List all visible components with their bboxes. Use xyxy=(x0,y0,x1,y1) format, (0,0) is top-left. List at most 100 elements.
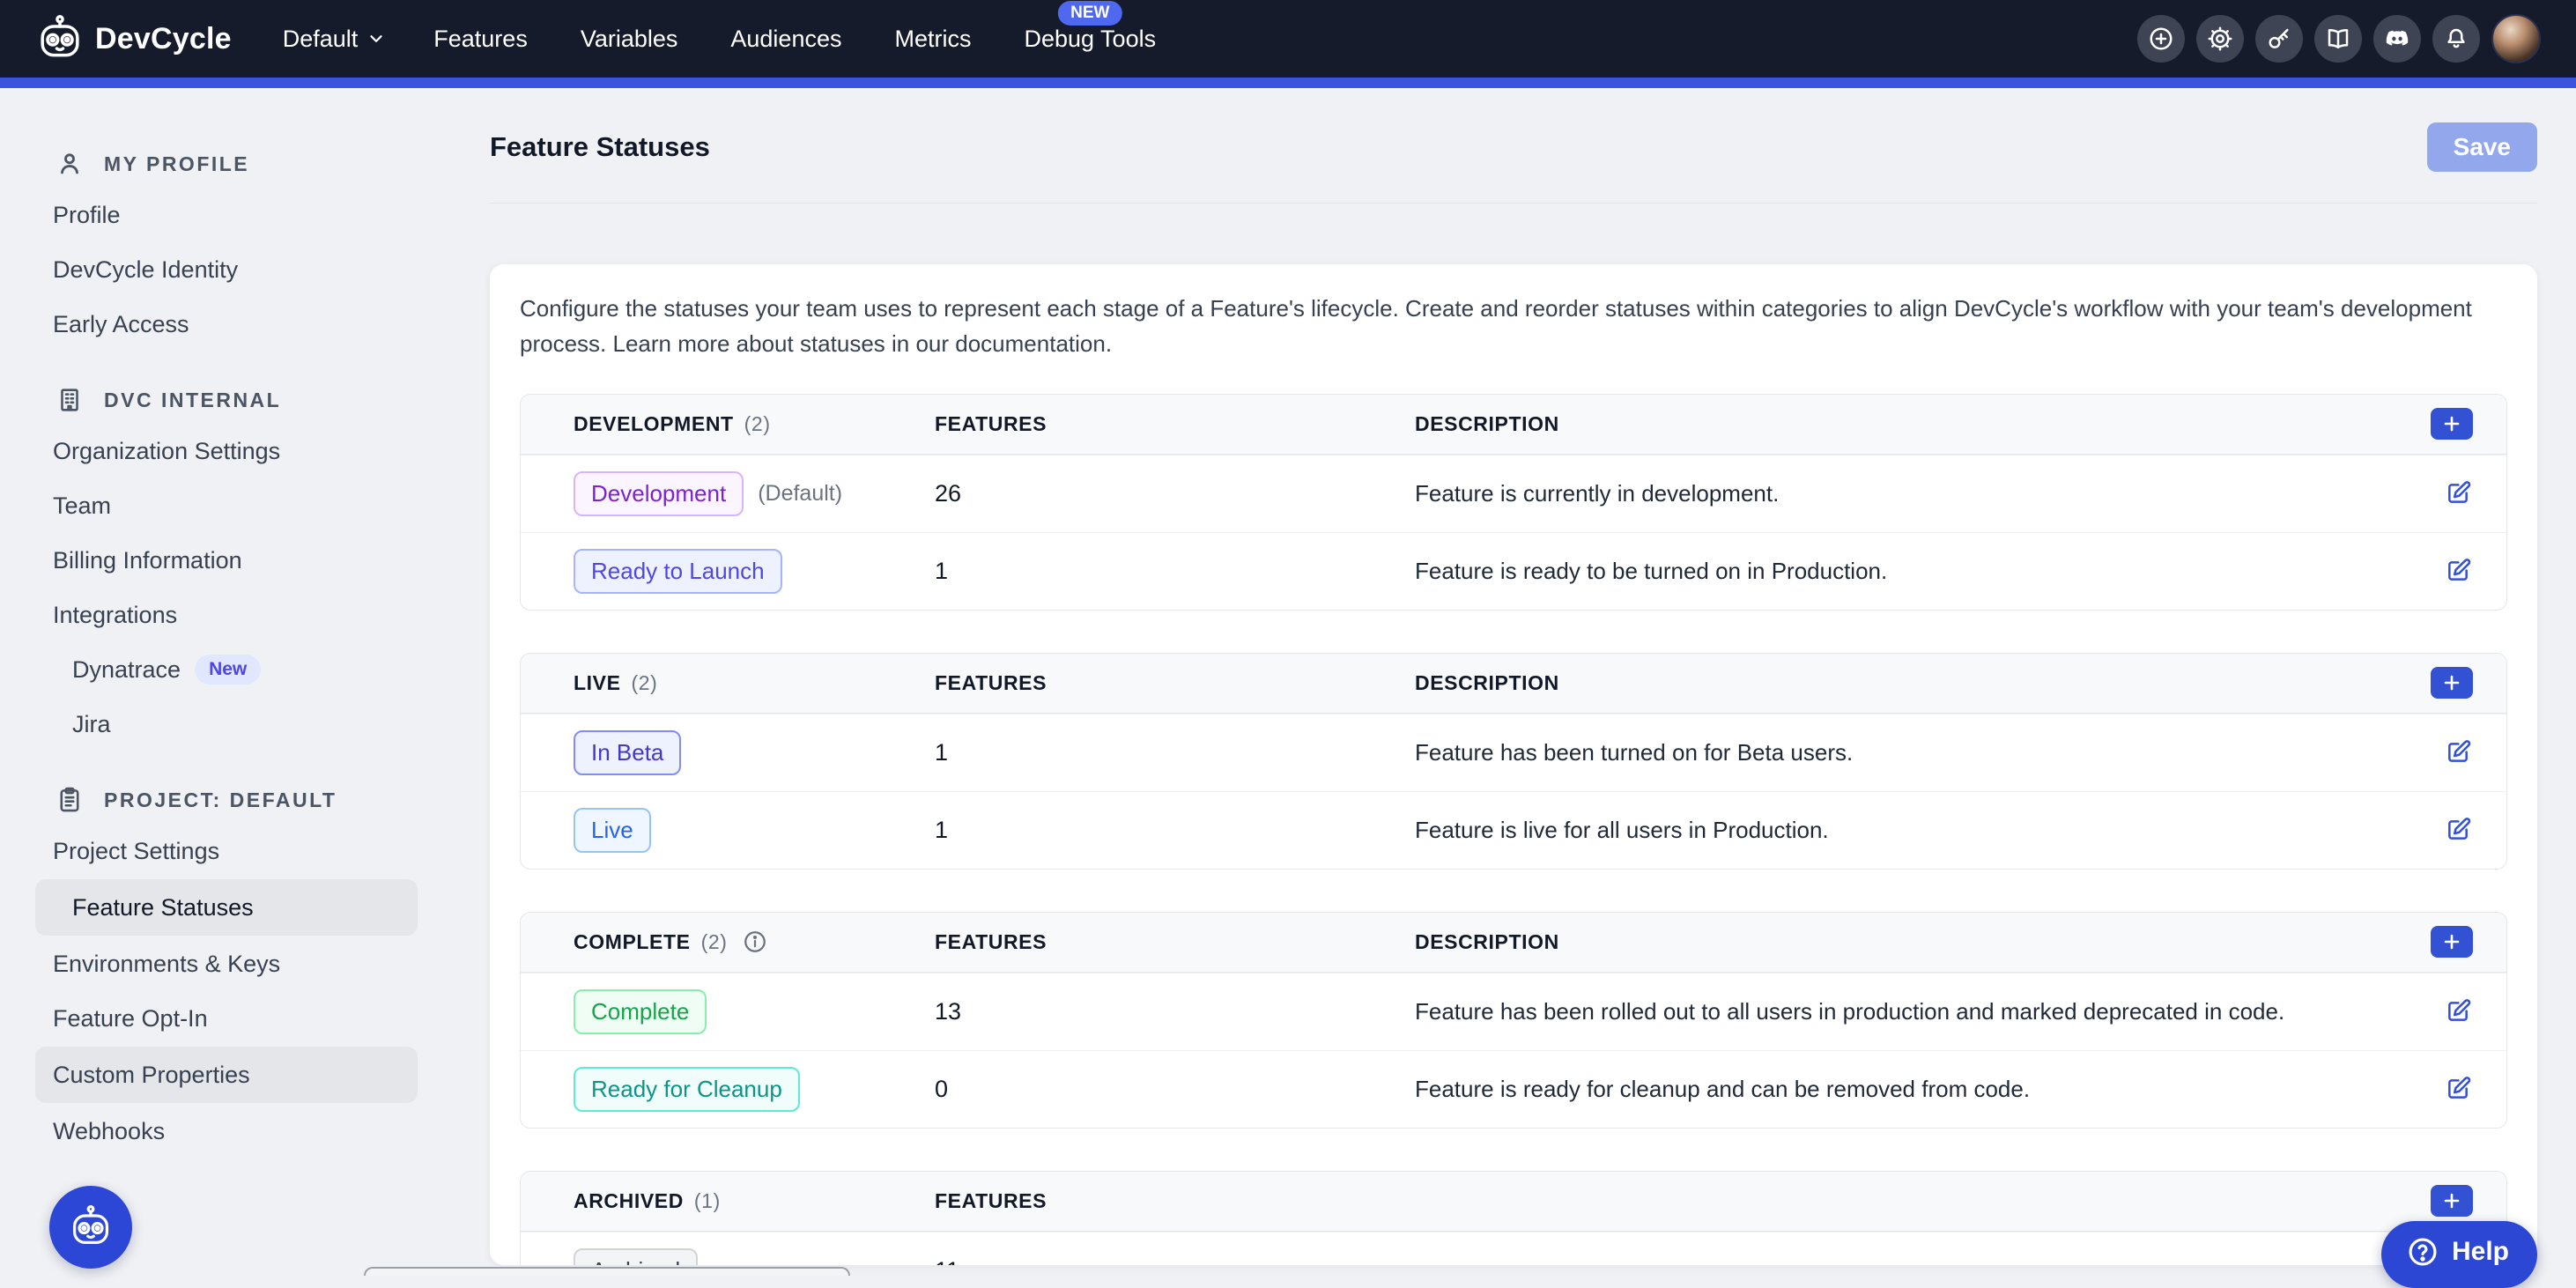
org-dropdown[interactable]: Default xyxy=(283,26,387,53)
create-button[interactable] xyxy=(2137,15,2185,63)
nav-item-debug-tools[interactable]: Debug ToolsNEW xyxy=(997,13,1182,65)
add-status-button[interactable] xyxy=(2431,926,2473,958)
settings-sidebar: MY PROFILEProfileDevCycle IdentityEarly … xyxy=(0,88,451,1276)
table-header-row: LIVE(2)FEATURESDESCRIPTION xyxy=(521,654,2506,714)
status-badge: Ready to Launch xyxy=(574,549,782,594)
bell-icon xyxy=(2443,26,2469,52)
sidebar-item-label: Custom Properties xyxy=(53,1062,250,1089)
help-button-label: Help xyxy=(2452,1237,2509,1267)
status-description: Feature has been turned on for Beta user… xyxy=(1415,739,2374,766)
sidebar-item-environments-keys[interactable]: Environments & Keys xyxy=(0,937,451,990)
status-badge: Complete xyxy=(574,989,707,1034)
category-count: (1) xyxy=(694,1189,721,1213)
edit-status-button[interactable] xyxy=(2445,556,2473,587)
clipboard-icon xyxy=(55,785,85,815)
edit-status-button[interactable] xyxy=(2445,996,2473,1027)
plus-icon xyxy=(2441,413,2462,434)
category-name: LIVE xyxy=(574,671,621,695)
edit-icon xyxy=(2445,1074,2473,1102)
plus-icon xyxy=(2441,931,2462,952)
nav-item-label: Variables xyxy=(581,26,678,52)
feature-count: 11 xyxy=(935,1257,1415,1265)
org-dropdown-label: Default xyxy=(283,26,359,53)
table-header-row: DEVELOPMENT(2)FEATURESDESCRIPTION xyxy=(521,395,2506,455)
sidebar-item-label: Webhooks xyxy=(53,1118,165,1145)
status-badge: Development xyxy=(574,471,744,516)
notifications-button[interactable] xyxy=(2432,15,2480,63)
edit-icon xyxy=(2445,737,2473,766)
sidebar-item-project-settings[interactable]: Project Settings xyxy=(0,825,451,877)
chevron-down-icon xyxy=(366,29,386,48)
help-button[interactable]: Help xyxy=(2381,1221,2537,1288)
edit-icon xyxy=(2445,478,2473,507)
add-status-button[interactable] xyxy=(2431,1185,2473,1217)
status-badge: Ready for Cleanup xyxy=(574,1067,800,1112)
sidebar-section-title: DVC INTERNAL xyxy=(104,389,281,412)
nav-item-label: Metrics xyxy=(894,26,971,52)
edit-status-button[interactable] xyxy=(2445,737,2473,768)
sidebar-item-custom-properties[interactable]: Custom Properties xyxy=(35,1047,418,1103)
nav-item-features[interactable]: Features xyxy=(407,13,554,65)
status-row-archived: Archived 11 xyxy=(521,1232,2506,1265)
sidebar-item-integrations[interactable]: Integrations xyxy=(0,588,451,641)
sidebar-item-label: DevCycle Identity xyxy=(53,256,238,284)
plus-circle-icon xyxy=(2148,26,2174,52)
add-status-button[interactable] xyxy=(2431,408,2473,440)
feature-count: 0 xyxy=(935,1076,1415,1103)
sidebar-item-early-access[interactable]: Early Access xyxy=(0,298,451,351)
sidebar-section-project-default: PROJECT: DEFAULT xyxy=(0,775,451,825)
chat-launcher-button[interactable] xyxy=(49,1186,132,1269)
edit-status-button[interactable] xyxy=(2445,1074,2473,1105)
sidebar-item-feature-opt-in[interactable]: Feature Opt-In xyxy=(0,992,451,1045)
sidebar-item-label: Integrations xyxy=(53,602,177,629)
status-description: Feature is live for all users in Product… xyxy=(1415,817,2374,844)
docs-button[interactable] xyxy=(2314,15,2362,63)
plus-icon xyxy=(2441,1190,2462,1211)
status-row-ready-for-cleanup: Ready for Cleanup 0Feature is ready for c… xyxy=(521,1050,2506,1128)
discord-button[interactable] xyxy=(2373,15,2421,63)
status-description: Feature is ready for cleanup and can be … xyxy=(1415,1076,2374,1103)
sidebar-item-webhooks[interactable]: Webhooks xyxy=(0,1105,451,1158)
sidebar-item-organization-settings[interactable]: Organization Settings xyxy=(0,425,451,477)
devcycle-robot-icon xyxy=(68,1204,114,1250)
sidebar-item-devcycle-identity[interactable]: DevCycle Identity xyxy=(0,243,451,296)
default-tag: (Default) xyxy=(758,481,842,507)
sidebar-item-label: Dynatrace xyxy=(72,656,181,684)
page-title: Feature Statuses xyxy=(490,131,710,163)
category-header: ARCHIVED(1) xyxy=(574,1189,935,1213)
status-row-development: Development(Default)26Feature is current… xyxy=(521,455,2506,532)
feature-statuses-card: Configure the statuses your team uses to… xyxy=(490,264,2537,1265)
settings-button[interactable] xyxy=(2196,15,2244,63)
sidebar-section-dvc-internal: DVC INTERNAL xyxy=(0,375,451,425)
description-column-header: DESCRIPTION xyxy=(1415,930,2374,954)
category-name: COMPLETE xyxy=(574,930,691,954)
user-avatar[interactable] xyxy=(2491,14,2541,63)
status-badge: Archived xyxy=(574,1248,698,1265)
edit-status-button[interactable] xyxy=(2445,815,2473,846)
sidebar-item-feature-statuses[interactable]: Feature Statuses xyxy=(35,879,418,936)
main-content: Feature Statuses Save Configure the stat… xyxy=(451,88,2576,1276)
topbar-actions xyxy=(2137,14,2541,63)
sidebar-item-label: Feature Statuses xyxy=(72,894,254,922)
sidebar-item-profile[interactable]: Profile xyxy=(0,189,451,241)
sidebar-item-label: Project Settings xyxy=(53,838,219,865)
save-button[interactable]: Save xyxy=(2427,122,2537,172)
nav-item-variables[interactable]: Variables xyxy=(554,13,705,65)
category-header: LIVE(2) xyxy=(574,671,935,695)
status-tables: DEVELOPMENT(2)FEATURESDESCRIPTION Develop… xyxy=(520,394,2507,1265)
devcycle-logo[interactable]: DevCycle xyxy=(35,14,232,63)
nav-item-audiences[interactable]: Audiences xyxy=(704,13,868,65)
table-header-row: COMPLETE(2)FEATURESDESCRIPTION xyxy=(521,913,2506,973)
sidebar-item-billing-information[interactable]: Billing Information xyxy=(0,534,451,587)
api-keys-button[interactable] xyxy=(2255,15,2303,63)
edit-status-button[interactable] xyxy=(2445,478,2473,509)
sidebar-item-dynatrace[interactable]: DynatraceNew xyxy=(0,643,451,696)
building-icon xyxy=(55,385,85,415)
card-description: Configure the statuses your team uses to… xyxy=(520,291,2507,362)
sidebar-item-jira[interactable]: Jira xyxy=(0,698,451,751)
add-status-button[interactable] xyxy=(2431,667,2473,699)
status-row-ready-to-launch: Ready to Launch1Feature is ready to be t… xyxy=(521,532,2506,610)
sidebar-item-team[interactable]: Team xyxy=(0,479,451,532)
nav-item-metrics[interactable]: Metrics xyxy=(868,13,997,65)
info-icon[interactable] xyxy=(742,929,768,955)
